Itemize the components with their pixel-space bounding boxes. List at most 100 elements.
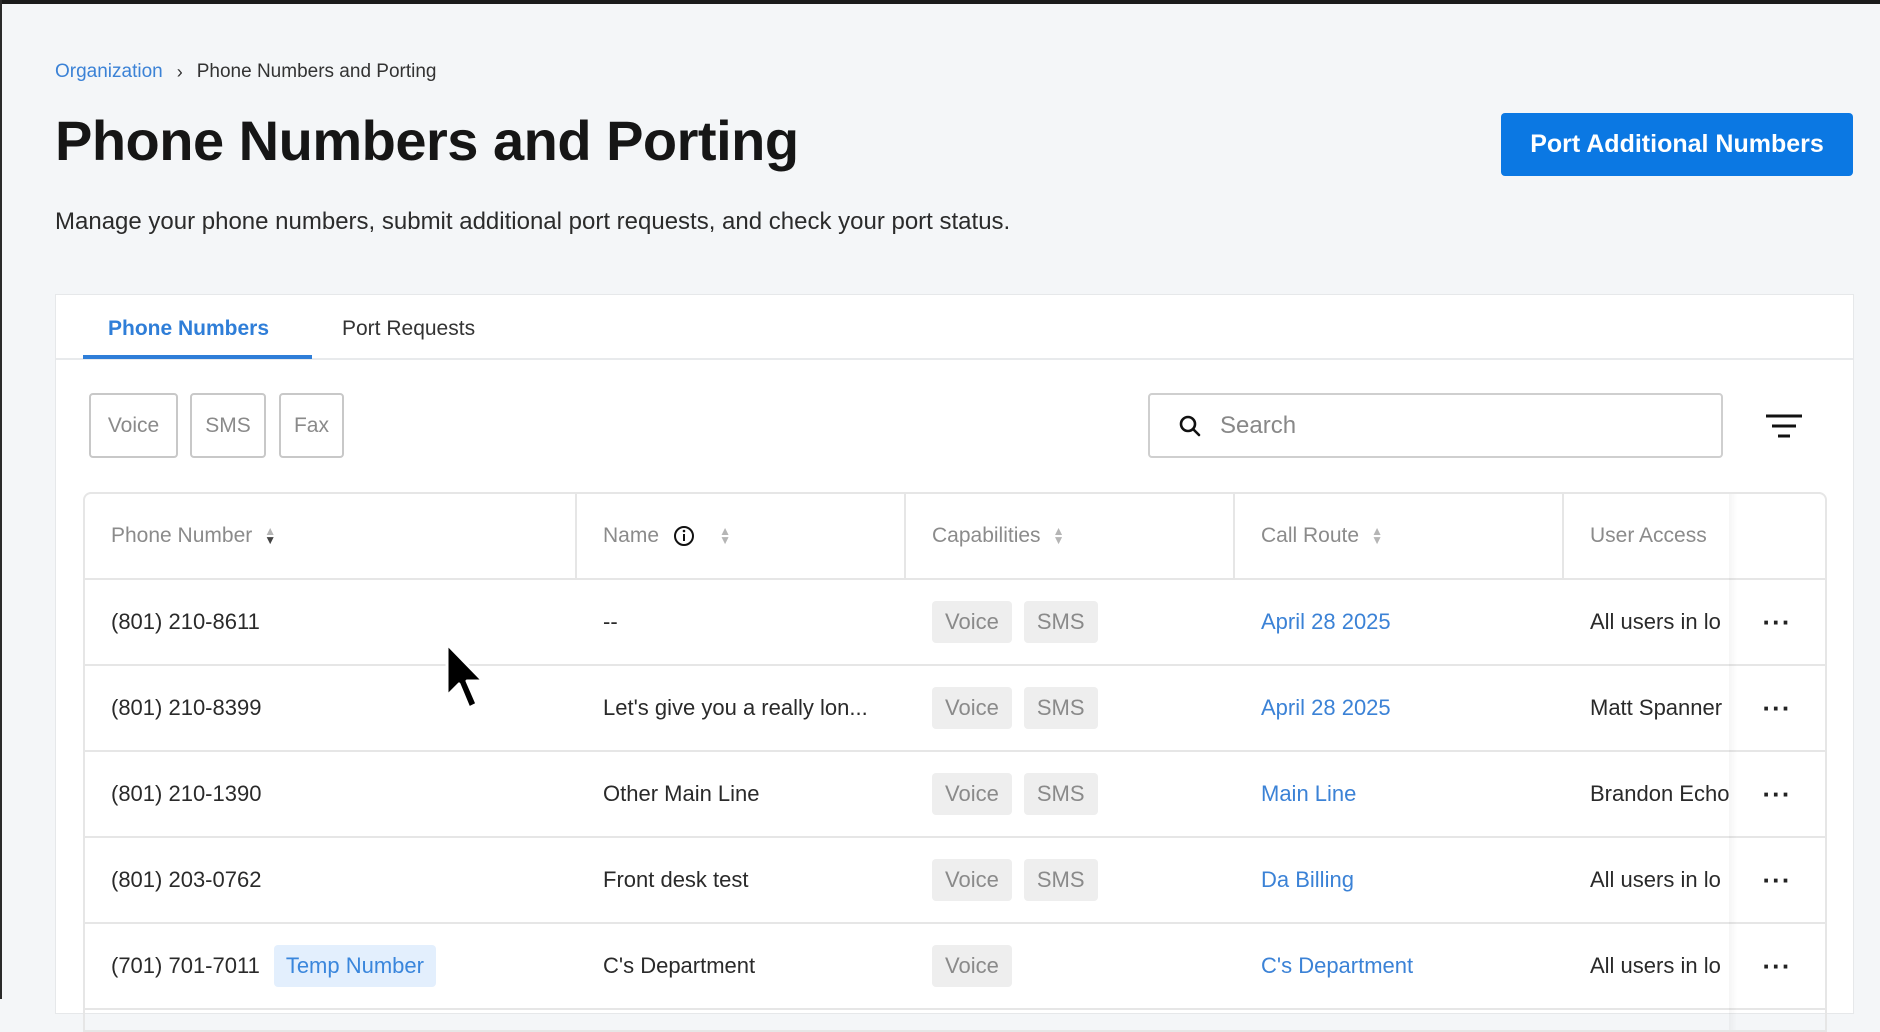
window-left-edge (0, 0, 2, 999)
phone-cell: (701) 701-7011 Temp Number (85, 924, 577, 1008)
phone-cell: (801) 210-8611 (85, 580, 577, 664)
user-access-cell: Brandon Echo (1590, 781, 1729, 806)
capabilities-cell: Voice SMS (906, 752, 1235, 836)
page-subtitle: Manage your phone numbers, submit additi… (55, 208, 1011, 235)
port-additional-numbers-button[interactable]: Port Additional Numbers (1501, 113, 1853, 176)
more-actions-icon[interactable]: ··· (1737, 924, 1817, 1008)
search-box (1148, 393, 1723, 458)
more-actions-icon[interactable]: ··· (1737, 752, 1817, 836)
phone-number: (801) 210-8399 (111, 695, 262, 720)
tab-port-requests[interactable]: Port Requests (342, 317, 475, 341)
sort-icon[interactable]: ▲ ▼ (264, 525, 276, 546)
name-cell: Other Main Line (603, 781, 760, 806)
breadcrumb-current: Phone Numbers and Porting (196, 61, 437, 82)
table-row[interactable]: (801) 210-8399 Let's give you a really l… (85, 666, 1825, 752)
column-label: Call Route (1261, 524, 1360, 547)
capability-tag: Voice (932, 859, 1012, 901)
capabilities-cell: Voice SMS (906, 666, 1235, 750)
user-access-cell: All users in lo (1590, 609, 1721, 634)
filter-voice-button[interactable]: Voice (89, 393, 178, 458)
capability-tag: SMS (1023, 773, 1098, 815)
page-title: Phone Numbers and Porting (55, 109, 799, 172)
capability-tag: SMS (1023, 687, 1098, 729)
phone-number: (801) 210-1390 (111, 781, 262, 806)
sort-icon[interactable]: ▲ ▼ (1371, 525, 1383, 546)
phone-cell: (801) 210-1390 (85, 752, 577, 836)
capability-tag: Voice (932, 945, 1012, 987)
call-route-link[interactable]: Main Line (1261, 781, 1356, 807)
more-actions-icon[interactable]: ··· (1737, 838, 1817, 922)
capability-tag: Voice (932, 773, 1012, 815)
call-route-link[interactable]: Da Billing (1261, 867, 1354, 893)
call-route-link[interactable]: April 28 2025 (1261, 609, 1391, 635)
call-route-cell: Main Line (1235, 752, 1564, 836)
more-actions-icon[interactable]: ··· (1737, 580, 1817, 664)
column-header-call-route[interactable]: Call Route ▲ ▼ (1235, 494, 1564, 578)
filter-fax-button[interactable]: Fax (279, 393, 344, 458)
phone-numbers-table: Phone Number ▲ ▼ Name ▲ ▼ Capabilities ▲ ▼ Cal… (83, 492, 1827, 1032)
column-label: Capabilities (932, 524, 1041, 547)
user-access-cell: All users in lo (1590, 953, 1721, 978)
ellipsis-icon[interactable]: ··· (1763, 865, 1792, 896)
name-cell: Let's give you a really lon... (603, 695, 868, 720)
column-header-phone-number[interactable]: Phone Number ▲ ▼ (85, 494, 577, 578)
table-row[interactable]: (801) 203-0762 Front desk test Voice SMS … (85, 838, 1825, 924)
call-route-link[interactable]: April 28 2025 (1261, 695, 1391, 721)
table-row[interactable]: (801) 210-1390 Other Main Line Voice SMS … (85, 752, 1825, 838)
capability-tag: SMS (1023, 859, 1098, 901)
sticky-column-shadow (1729, 494, 1737, 1030)
breadcrumb: Organization › Phone Numbers and Porting (55, 61, 437, 83)
column-header-user-access[interactable]: User Access (1564, 494, 1731, 578)
table-row[interactable]: (801) 210-8611 -- Voice SMS April 28 2025… (85, 580, 1825, 666)
name-cell: C's Department (603, 953, 756, 978)
phone-number: (801) 210-8611 (111, 609, 260, 634)
sort-icon[interactable]: ▲ ▼ (719, 525, 731, 546)
chevron-right-icon: › (176, 61, 183, 82)
phone-number: (801) 203-0762 (111, 867, 262, 892)
capability-tag: SMS (1023, 601, 1098, 643)
ellipsis-icon[interactable]: ··· (1763, 607, 1792, 638)
capability-tag: Voice (932, 601, 1012, 643)
call-route-cell: April 28 2025 (1235, 666, 1564, 750)
column-label: Phone Number (111, 524, 253, 547)
ellipsis-icon[interactable]: ··· (1763, 951, 1792, 982)
column-header-name[interactable]: Name ▲ ▼ (577, 494, 906, 578)
name-cell: Front desk test (603, 867, 749, 892)
sort-icon[interactable]: ▲ ▼ (1053, 525, 1065, 546)
window-top-bar (0, 0, 1880, 4)
phone-numbers-card: Phone Numbers Port Requests Voice SMS Fa… (55, 294, 1854, 1032)
capabilities-cell: Voice SMS (906, 580, 1235, 664)
column-label: Name (603, 524, 660, 547)
ellipsis-icon[interactable]: ··· (1763, 779, 1792, 810)
column-label: User Access (1590, 524, 1707, 547)
name-cell: -- (603, 609, 618, 634)
info-icon[interactable] (673, 525, 695, 547)
filter-sms-button[interactable]: SMS (190, 393, 266, 458)
capabilities-cell: Voice SMS (906, 838, 1235, 922)
active-tab-indicator (83, 355, 312, 359)
phone-number: (701) 701-7011 (111, 953, 260, 978)
call-route-cell: April 28 2025 (1235, 580, 1564, 664)
search-input[interactable] (1220, 411, 1680, 440)
tab-bar: Phone Numbers Port Requests (56, 295, 1853, 360)
user-access-cell: Matt Spanner (1590, 695, 1723, 720)
call-route-cell: Da Billing (1235, 838, 1564, 922)
temp-number-badge: Temp Number (273, 945, 436, 987)
table-header-row: Phone Number ▲ ▼ Name ▲ ▼ Capabilities ▲ ▼ Cal… (85, 494, 1825, 580)
breadcrumb-organization-link[interactable]: Organization (55, 61, 163, 83)
call-route-link[interactable]: C's Department (1261, 953, 1413, 979)
tab-phone-numbers[interactable]: Phone Numbers (108, 317, 269, 341)
phone-cell: (801) 203-0762 (85, 838, 577, 922)
table-row[interactable]: (701) 701-7011 Temp Number C's Department… (85, 924, 1825, 1010)
capability-tag: Voice (932, 687, 1012, 729)
call-route-cell: C's Department (1235, 924, 1564, 1008)
filter-icon[interactable] (1764, 412, 1804, 440)
ellipsis-icon[interactable]: ··· (1763, 693, 1792, 724)
phone-cell: (801) 210-8399 (85, 666, 577, 750)
column-header-capabilities[interactable]: Capabilities ▲ ▼ (906, 494, 1235, 578)
search-icon (1179, 415, 1201, 436)
capabilities-cell: Voice (906, 924, 1235, 1008)
mouse-cursor-icon (445, 642, 485, 710)
user-access-cell: All users in lo (1590, 867, 1721, 892)
more-actions-icon[interactable]: ··· (1737, 666, 1817, 750)
